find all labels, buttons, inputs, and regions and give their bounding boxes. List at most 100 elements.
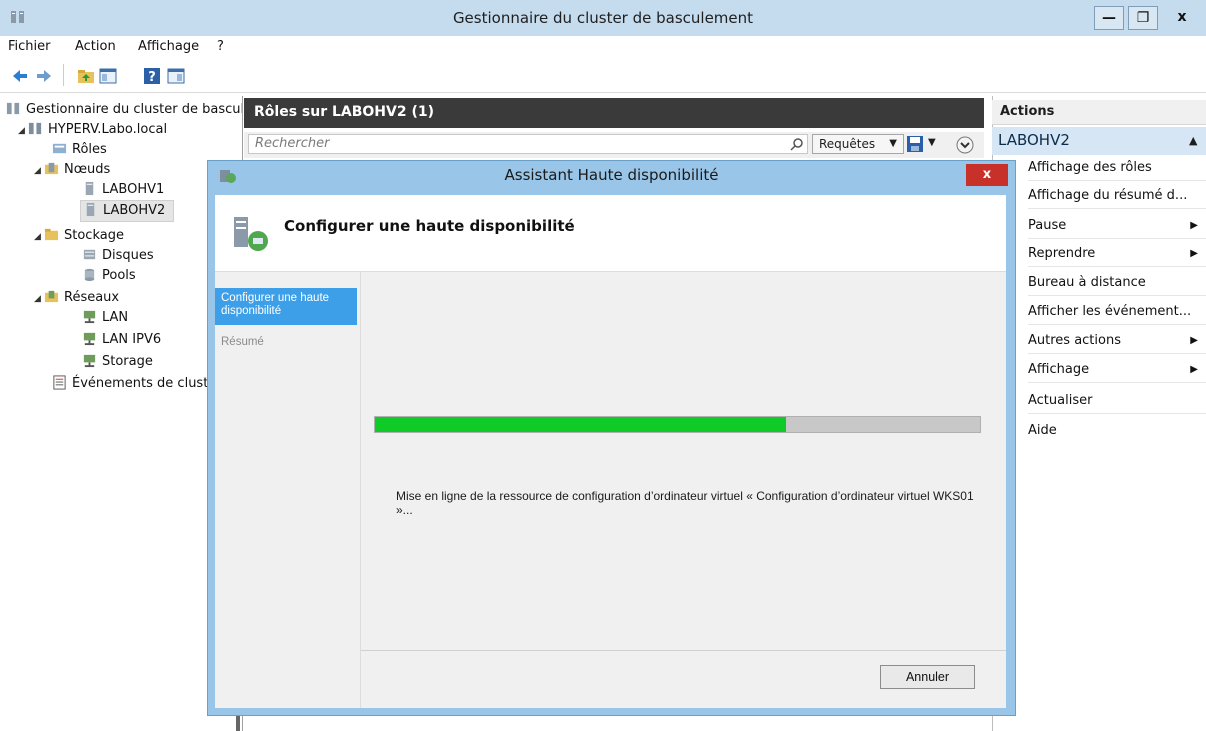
action-label: Aide [1028,423,1057,438]
expand-arrow-icon[interactable]: ◢ [34,227,44,247]
tree-label: Disques [102,248,154,263]
close-button[interactable]: x [1162,6,1202,30]
tree-item-labohv1[interactable]: LABOHV1 [82,180,164,200]
center-title: Rôles sur LABOHV2 (1) [254,104,435,120]
action-reprendre[interactable]: Reprendre ▶ [1028,242,1206,267]
minimize-button[interactable]: — [1094,6,1124,30]
menu-fichier[interactable]: Fichier [8,39,51,54]
search-icon[interactable] [790,137,804,151]
tree-label: Événements de cluster [72,376,222,391]
tree-label: HYPERV.Labo.local [48,122,168,137]
action-autres-actions[interactable]: Autres actions ▶ [1028,329,1206,354]
forward-arrow-icon[interactable] [34,66,54,86]
tree-item-storage-network[interactable]: Storage [82,352,153,372]
tree-item-networks[interactable]: ◢ Réseaux [34,288,119,308]
footer-divider [361,650,1006,651]
action-label: Affichage des rôles [1028,160,1152,175]
svg-text:?: ? [148,70,156,85]
collapse-arrow-icon[interactable]: ▲ [1189,134,1197,147]
actions-title: Actions [1000,104,1055,119]
tree-item-cluster[interactable]: ◢ HYPERV.Labo.local [18,120,167,140]
tree-label: Storage [102,354,153,369]
submenu-arrow-icon: ▶ [1190,364,1198,375]
action-label: Reprendre [1028,246,1096,261]
action-afficher-evenements[interactable]: Afficher les événement... [1028,300,1206,325]
progress-bar-fill [375,417,786,432]
menu-affichage[interactable]: Affichage [138,39,199,54]
queries-dropdown[interactable]: Requêtes ▼ [812,134,904,154]
tree-item-lan-ipv6[interactable]: LAN IPV6 [82,330,161,350]
menu-help[interactable]: ? [217,39,224,54]
tree-item-disks[interactable]: Disques [82,246,154,266]
submenu-arrow-icon: ▶ [1190,248,1198,259]
console-tree-icon[interactable] [98,66,118,86]
splitter[interactable] [236,716,240,731]
wizard-step-summary[interactable]: Résumé [221,336,264,348]
action-label: Affichage du résumé d... [1028,188,1188,203]
action-affichage[interactable]: Affichage ▶ [1028,358,1206,383]
tree-label: Stockage [64,228,124,243]
tree-item-roles[interactable]: Rôles [52,140,107,160]
events-icon [53,375,66,390]
network-icon [83,354,96,368]
folder-up-icon[interactable] [76,66,96,86]
save-dropdown-arrow-icon[interactable]: ▼ [928,137,936,148]
storage-icon [44,228,59,241]
expand-arrow-icon[interactable]: ◢ [18,121,28,141]
action-affichage-resume[interactable]: Affichage du résumé d... [1028,184,1206,209]
back-arrow-icon[interactable] [10,66,30,86]
queries-label: Requêtes [819,137,876,151]
action-pause[interactable]: Pause ▶ [1028,214,1206,239]
action-aide[interactable]: Aide [1028,419,1206,443]
network-icon [83,332,96,346]
tree-label: LABOHV2 [103,203,166,218]
tree-item-pools[interactable]: Pools [82,266,136,286]
action-pane-icon[interactable] [166,66,186,86]
tree-item-lan[interactable]: LAN [82,308,128,328]
window-title: Gestionnaire du cluster de basculement [452,9,754,27]
menu-action[interactable]: Action [75,39,116,54]
expand-arrow-icon[interactable]: ◢ [34,289,44,309]
dialog-heading: Configurer une haute disponibilité [284,217,575,235]
tree-label: Gestionnaire du cluster de basculement [26,102,242,117]
dialog-close-button[interactable]: x [966,164,1008,186]
action-label: Bureau à distance [1028,275,1146,290]
server-icon [86,202,95,217]
tree-label: Rôles [72,142,107,157]
tree-item-events[interactable]: Événements de cluster [52,374,222,394]
action-bureau-distance[interactable]: Bureau à distance [1028,271,1206,296]
cluster-manager-icon [6,102,20,115]
search-input[interactable]: Rechercher [248,134,808,154]
tree-item-storage[interactable]: ◢ Stockage [34,226,124,246]
maximize-button[interactable]: ❐ [1128,6,1158,30]
tree-label: Pools [102,268,136,283]
status-message: Mise en ligne de la ressource de configu… [396,489,974,517]
roles-icon [52,143,67,154]
pools-icon [84,268,95,282]
cancel-button[interactable]: Annuler [880,665,975,689]
expand-arrow-icon[interactable]: ◢ [34,161,44,181]
help-icon[interactable]: ? [142,66,162,86]
network-icon [83,310,96,324]
wizard-step-active[interactable]: Configurer une haute disponibilité [215,288,357,325]
tree-label: Nœuds [64,162,111,177]
cluster-icon [28,122,42,135]
tree-item-labohv2[interactable]: LABOHV2 [80,200,174,222]
tree-item-root[interactable]: Gestionnaire du cluster de basculement [6,100,242,120]
high-availability-icon [234,217,268,251]
action-label: Autres actions [1028,333,1121,348]
tree-label: Réseaux [64,290,120,305]
expand-chevron-icon[interactable] [956,136,974,154]
save-icon[interactable] [906,135,924,153]
actions-section-label: LABOHV2 [998,131,1070,149]
tree-label: LABOHV1 [102,182,165,197]
submenu-arrow-icon: ▶ [1190,335,1198,346]
action-affichage-roles[interactable]: Affichage des rôles [1028,156,1206,181]
action-label: Afficher les événement... [1028,304,1192,319]
close-icon: x [982,167,992,182]
action-actualiser[interactable]: Actualiser [1028,389,1206,414]
networks-icon [44,290,59,303]
tree-item-nodes[interactable]: ◢ Nœuds [34,160,110,180]
tree-label: LAN IPV6 [102,332,162,347]
minimize-icon: — [1102,10,1116,26]
